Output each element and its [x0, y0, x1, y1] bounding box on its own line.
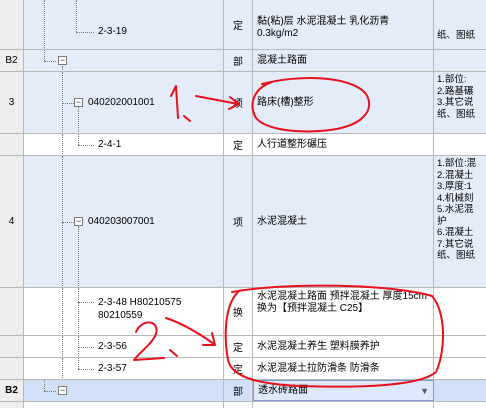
collapse-toggle-icon[interactable]: − — [74, 98, 83, 107]
type-cell: 部 — [224, 380, 253, 401]
item-code: 040203007001 — [88, 216, 155, 227]
item-name: 水泥混凝土 — [253, 156, 434, 287]
code-cell: − — [24, 380, 224, 401]
type-cell: 部 — [224, 50, 253, 71]
row-number-cell — [0, 358, 24, 379]
item-name: 黏(粘)层 水泥混凝土 乳化沥青 0.3kg/m2 — [253, 0, 434, 49]
item-features: 1.部位: 2.路基碾 3.其它说 纸、图纸 — [437, 74, 476, 120]
row-number-cell: B2 — [0, 50, 24, 71]
row-number-cell — [0, 288, 24, 335]
code-cell: 2-3-56 — [24, 336, 224, 357]
item-code-line2: 80210559 — [98, 310, 143, 321]
table-row[interactable]: 2-3-57 定 水泥混凝土拉防滑条 防滑条 — [0, 358, 486, 380]
item-features — [434, 50, 486, 71]
item-name-editor[interactable]: 透水砖路面 ▼ — [253, 380, 434, 401]
table-row[interactable]: 2-3-48 H80210575 80210559 换 水泥混凝土路面 预拌混凝… — [0, 288, 486, 336]
table-row-selected[interactable]: B2 − 部 透水砖路面 ▼ — [0, 380, 486, 402]
code-cell: − 040202001001 — [24, 72, 224, 133]
collapse-toggle-icon[interactable]: − — [74, 217, 83, 226]
item-code: 2-4-1 — [98, 139, 122, 150]
item-code: 2-3-56 — [98, 341, 127, 352]
item-code: 2-3-19 — [98, 26, 127, 37]
table-row[interactable]: 2-3-56 定 水泥混凝土养生 塑料膜养护 — [0, 336, 486, 358]
type-cell: 定 — [224, 134, 253, 155]
item-features — [434, 288, 486, 335]
row-number-cell: B2 — [0, 380, 24, 401]
table-row[interactable]: 2-4-1 定 人行道整形碾压 — [0, 134, 486, 156]
type-cell: 定 — [224, 0, 253, 49]
item-name: 水泥混凝土路面 预拌混凝土 厚度15cm 换为【预拌混凝土 C25】 — [253, 288, 434, 335]
item-name: 水泥混凝土拉防滑条 防滑条 — [253, 358, 434, 379]
code-cell: 2-4-1 — [24, 134, 224, 155]
row-number-cell — [0, 134, 24, 155]
item-name: 混凝土路面 — [253, 50, 434, 71]
type-cell: 项 — [224, 156, 253, 287]
table-row[interactable]: B2 − 部 混凝土路面 — [0, 50, 486, 72]
bill-table: 2-3-19 定 黏(粘)层 水泥混凝土 乳化沥青 0.3kg/m2 纸、图纸 … — [0, 0, 486, 408]
table-row[interactable]: 2-3-19 定 黏(粘)层 水泥混凝土 乳化沥青 0.3kg/m2 纸、图纸 — [0, 0, 486, 50]
type-cell: 项 — [224, 72, 253, 133]
item-features — [434, 380, 486, 401]
type-cell: 换 — [224, 288, 253, 335]
item-features — [434, 358, 486, 379]
item-code: 040202001001 — [88, 97, 155, 108]
table-row — [0, 402, 486, 408]
item-code: 2-3-48 H80210575 — [98, 297, 182, 308]
type-cell: 定 — [224, 336, 253, 357]
row-number-cell: 3 — [0, 72, 24, 133]
table-row[interactable]: 4 − 040203007001 项 水泥混凝土 1.部位:混 2.混凝土 3.… — [0, 156, 486, 288]
item-name: 人行道整形碾压 — [253, 134, 434, 155]
code-cell: 2-3-57 — [24, 358, 224, 379]
table-row[interactable]: 3 − 040202001001 项 路床(槽)整形 1.部位: 2.路基碾 3… — [0, 72, 486, 134]
code-cell: 2-3-48 H80210575 80210559 — [24, 288, 224, 335]
item-name: 水泥混凝土养生 塑料膜养护 — [253, 336, 434, 357]
item-code: 2-3-57 — [98, 363, 127, 374]
item-features — [434, 134, 486, 155]
item-name: 路床(槽)整形 — [253, 72, 434, 133]
item-features — [434, 336, 486, 357]
code-cell: − 040203007001 — [24, 156, 224, 287]
collapse-toggle-icon[interactable]: − — [58, 386, 67, 395]
row-number-cell: 4 — [0, 156, 24, 287]
row-number-cell — [0, 0, 24, 49]
code-cell: 2-3-19 — [24, 0, 224, 49]
collapse-toggle-icon[interactable]: − — [58, 56, 67, 65]
item-features: 纸、图纸 — [437, 30, 476, 41]
row-number-cell — [0, 336, 24, 357]
dropdown-arrow-icon[interactable]: ▼ — [420, 381, 429, 400]
type-cell: 定 — [224, 358, 253, 379]
item-features: 1.部位:混 2.混凝土 3.厚度:1 4.机械刻 5.水泥混 护 6.混凝土 … — [437, 158, 477, 261]
code-cell: − — [24, 50, 224, 71]
